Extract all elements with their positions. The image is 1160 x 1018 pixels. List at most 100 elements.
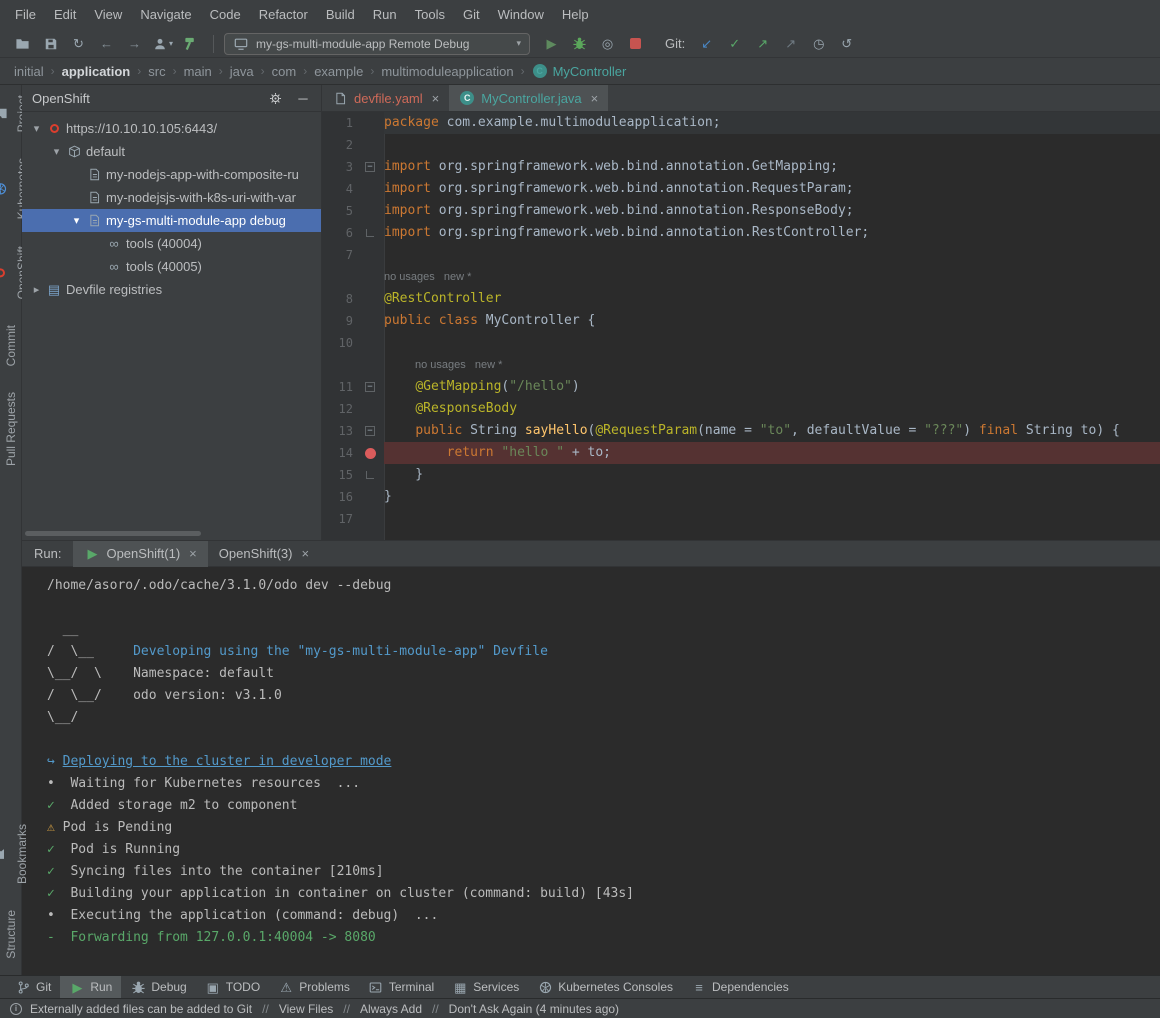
code-text[interactable] [384,134,1160,156]
menu-edit[interactable]: Edit [45,0,85,30]
run-tab-openshift-3-[interactable]: OpenShift(3)× [208,541,320,567]
toolwindow-button-problems[interactable]: ⚠Problems [269,976,359,999]
menu-tools[interactable]: Tools [406,0,454,30]
tool-stripe-pull-requests[interactable]: Pull Requests [4,392,18,466]
code-text[interactable]: return "hello " + to; [384,442,1160,464]
code-text[interactable]: no usages new * [384,354,1160,376]
show-history-button[interactable]: ◷ [806,32,831,56]
code-text[interactable] [384,244,1160,266]
horizontal-scrollbar[interactable] [25,531,201,536]
breadcrumb-item[interactable]: main [184,64,212,79]
gutter-marker[interactable]: − [356,382,384,392]
close-icon[interactable]: × [189,546,197,561]
menu-view[interactable]: View [85,0,131,30]
tool-stripe-bookmarks[interactable]: Bookmarks [0,824,29,884]
chevron-down-icon[interactable]: ▾ [48,145,65,158]
code-line[interactable]: no usages new * [322,266,1160,288]
code-line[interactable]: 5import org.springframework.web.bind.ann… [322,200,1160,222]
build-button[interactable] [178,32,203,56]
code-editor[interactable]: 1package com.example.multimoduleapplicat… [322,112,1160,540]
tree-node[interactable]: ▸▤Devfile registries [22,278,321,301]
code-text[interactable]: no usages new * [384,266,1160,288]
menu-help[interactable]: Help [553,0,598,30]
save-all-button[interactable] [38,32,63,56]
update-project-button[interactable]: ↙ [694,32,719,56]
tool-stripe-commit[interactable]: Commit [4,325,18,366]
code-line[interactable]: 11− @GetMapping("/hello") [322,376,1160,398]
fetch-button[interactable]: ↗ [778,32,803,56]
code-text[interactable]: import org.springframework.web.bind.anno… [384,200,1160,222]
code-line[interactable]: 12 @ResponseBody [322,398,1160,420]
close-icon[interactable]: × [591,91,599,106]
code-line[interactable]: 4import org.springframework.web.bind.ann… [322,178,1160,200]
breadcrumb-item[interactable]: initial [14,64,44,79]
menu-run[interactable]: Run [364,0,406,30]
tree-node[interactable]: ▾my-gs-multi-module-app debug [22,209,321,232]
tree-node[interactable]: ▾https://10.10.10.105:6443/ [22,117,321,140]
breadcrumb-item[interactable]: multimoduleapplication [381,64,513,79]
editor-tab-devfile-yaml[interactable]: devfile.yaml× [322,85,449,111]
breadcrumb-item[interactable]: com [272,64,297,79]
stop-button[interactable] [623,32,648,56]
code-text[interactable]: package com.example.multimoduleapplicati… [384,112,1160,134]
code-text[interactable]: import org.springframework.web.bind.anno… [384,156,1160,178]
code-line[interactable]: 9public class MyController { [322,310,1160,332]
tree-node[interactable]: my-nodejs-app-with-composite-ru [22,163,321,186]
code-text[interactable]: @RestController [384,288,1160,310]
code-text[interactable]: public class MyController { [384,310,1160,332]
code-line[interactable]: 3−import org.springframework.web.bind.an… [322,156,1160,178]
code-line[interactable]: 1package com.example.multimoduleapplicat… [322,112,1160,134]
code-line[interactable]: 17 [322,508,1160,530]
toolwindow-button-todo[interactable]: ▣TODO [196,976,269,999]
code-line[interactable]: 7 [322,244,1160,266]
code-line[interactable]: 8@RestController [322,288,1160,310]
back-button[interactable]: ← [94,32,119,56]
tree-node[interactable]: my-nodejsjs-with-k8s-uri-with-var [22,186,321,209]
menu-file[interactable]: File [6,0,45,30]
run-button[interactable]: ▶ [539,32,564,56]
code-line[interactable]: 16} [322,486,1160,508]
chevron-down-icon[interactable]: ▾ [28,122,45,135]
code-text[interactable] [384,508,1160,530]
tree-node[interactable]: ∞tools (40004) [22,232,321,255]
fold-collapse-icon[interactable]: − [365,382,375,392]
gutter-marker[interactable]: − [356,426,384,436]
gutter-marker[interactable] [356,471,384,479]
code-line[interactable]: no usages new * [322,354,1160,376]
run-with-coverage-button[interactable]: ◎ [595,32,620,56]
status-link[interactable]: Always Add [360,1002,422,1016]
gutter-marker[interactable]: − [356,162,384,172]
run-console[interactable]: /home/asoro/.odo/cache/3.1.0/odo dev --d… [22,567,1160,975]
code-line[interactable]: 13− public String sayHello(@RequestParam… [322,420,1160,442]
toolwindow-button-services[interactable]: ▦Services [443,976,528,999]
fold-end-icon[interactable] [366,471,374,479]
tree-node[interactable]: ∞tools (40005) [22,255,321,278]
tree-node[interactable]: ▾default [22,140,321,163]
gear-icon[interactable] [267,90,283,106]
menu-window[interactable]: Window [489,0,553,30]
chevron-right-icon[interactable]: ▸ [28,283,45,296]
close-icon[interactable]: × [301,546,309,561]
breadcrumb-item[interactable]: application [62,64,131,79]
code-text[interactable]: public String sayHello(@RequestParam(nam… [384,420,1160,442]
editor-tab-mycontroller-java[interactable]: CMyController.java× [449,85,608,111]
code-text[interactable]: @GetMapping("/hello") [384,376,1160,398]
forward-button[interactable]: → [122,32,147,56]
toolwindow-button-debug[interactable]: Debug [121,976,195,999]
synchronize-button[interactable]: ↻ [66,32,91,56]
gutter-marker[interactable] [356,229,384,237]
fold-collapse-icon[interactable]: − [365,426,375,436]
menu-refactor[interactable]: Refactor [250,0,317,30]
minimize-icon[interactable]: ─ [295,90,311,106]
toolwindow-button-git[interactable]: Git [6,976,60,999]
run-config-selector[interactable]: my-gs-multi-module-app Remote Debug▾ [224,33,530,55]
menu-code[interactable]: Code [201,0,250,30]
code-line[interactable]: 2 [322,134,1160,156]
fold-collapse-icon[interactable]: − [365,162,375,172]
code-text[interactable]: import org.springframework.web.bind.anno… [384,178,1160,200]
close-icon[interactable]: × [432,91,440,106]
toolwindow-button-dependencies[interactable]: ≡Dependencies [682,976,798,999]
profile-button[interactable]: ▾ [150,32,175,56]
debug-button[interactable] [567,32,592,56]
chevron-down-icon[interactable]: ▾ [68,214,85,227]
